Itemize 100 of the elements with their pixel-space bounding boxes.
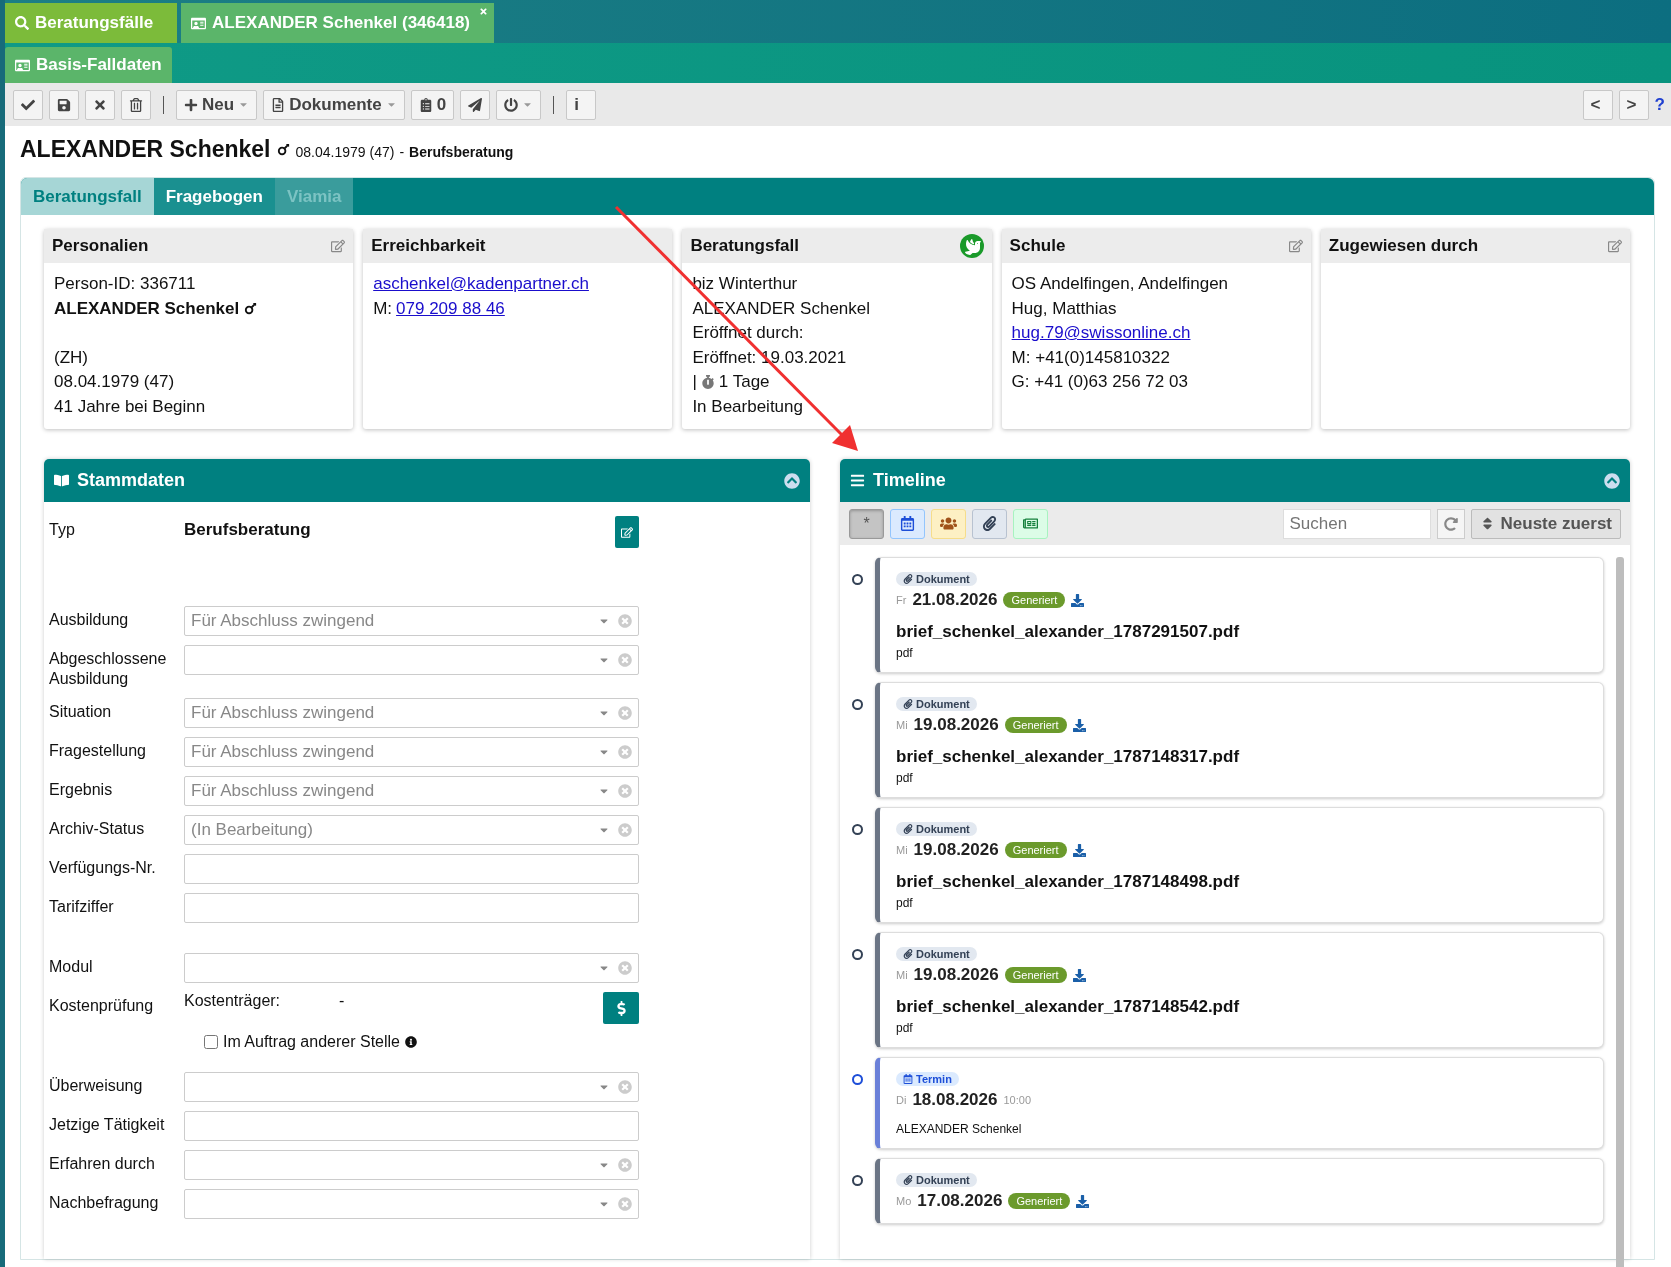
type-tag: Termin bbox=[896, 1072, 959, 1086]
card-text: 1 Tage bbox=[718, 371, 770, 393]
email-link[interactable]: hug.79@swissonline.ch bbox=[1011, 321, 1191, 346]
text-field[interactable] bbox=[184, 893, 639, 923]
paperclip-icon bbox=[903, 824, 913, 834]
edit-icon[interactable] bbox=[1608, 239, 1622, 253]
field-label: Überweisung bbox=[49, 1076, 144, 1096]
timeline-card[interactable]: Dokument Mo 17.08.2026 Generiert bbox=[875, 1158, 1604, 1224]
select-field[interactable]: (In Bearbeitung) bbox=[184, 815, 639, 845]
edit-icon bbox=[621, 525, 633, 539]
filter-button[interactable] bbox=[1013, 508, 1048, 539]
weekday-text: Mi bbox=[896, 969, 908, 981]
download-icon[interactable] bbox=[1072, 718, 1086, 732]
select-field[interactable] bbox=[184, 1189, 639, 1219]
content-tab[interactable]: Fragebogen bbox=[153, 178, 275, 215]
card-text: 41 Jahre bei Beginn bbox=[54, 395, 206, 418]
trash-button[interactable] bbox=[121, 89, 151, 120]
card-title: Beratungsfall bbox=[690, 236, 800, 256]
select-field[interactable]: Für Abschluss zwingend bbox=[184, 698, 639, 728]
stopwatch-icon bbox=[700, 375, 715, 390]
card-text: 08.04.1979 (47) bbox=[54, 371, 175, 393]
close-button[interactable] bbox=[85, 89, 115, 120]
timeline-card[interactable]: Dokument Fr 21.08.2026 Generiert brief_schenkel_alexander_1787291507.pdf pdf bbox=[875, 557, 1604, 673]
file-name: brief_schenkel_alexander_1787148317.pdf bbox=[896, 747, 1241, 767]
clear-icon bbox=[618, 1197, 632, 1211]
card-title: Erreichbarkeit bbox=[371, 236, 486, 256]
download-icon[interactable] bbox=[1072, 843, 1086, 857]
filter-button[interactable] bbox=[931, 508, 966, 539]
timeline-dot bbox=[852, 1175, 863, 1186]
clear-icon bbox=[618, 1158, 632, 1172]
paperclip-icon bbox=[903, 699, 913, 709]
status-badge: Generiert bbox=[1008, 1193, 1071, 1209]
weekday-text: Mi bbox=[896, 719, 908, 731]
collapse-icon[interactable] bbox=[784, 472, 800, 489]
download-icon[interactable] bbox=[1072, 968, 1086, 982]
close-icon[interactable] bbox=[479, 7, 489, 16]
dropdown-button[interactable]: Dokumente bbox=[263, 89, 405, 120]
birth-date: 08.04.1979 (47) bbox=[295, 144, 395, 160]
edit-button[interactable] bbox=[615, 516, 639, 548]
timeline-card[interactable]: Dokument Mi 19.08.2026 Generiert brief_schenkel_alexander_1787148498.pdf pdf bbox=[875, 807, 1604, 923]
sort-button[interactable]: Neuste zuerst bbox=[1470, 508, 1621, 539]
filter-button[interactable]: * bbox=[849, 508, 884, 539]
toolbar-button[interactable]: i bbox=[566, 89, 597, 120]
collapse-icon[interactable] bbox=[1604, 472, 1620, 489]
field-label: Situation bbox=[49, 702, 113, 722]
select-field[interactable] bbox=[184, 645, 639, 675]
id-card-icon bbox=[15, 57, 30, 73]
filter-button[interactable] bbox=[890, 508, 925, 539]
field-label: Fragestellung bbox=[49, 741, 147, 761]
text-field[interactable] bbox=[184, 1111, 639, 1141]
select-field[interactable] bbox=[184, 1150, 639, 1180]
timeline-card[interactable]: Termin Di 18.08.2026 10:00 ALEXANDER Schenkel bbox=[875, 1057, 1604, 1149]
download-icon[interactable] bbox=[1071, 593, 1085, 607]
date-text: 17.08.2026 bbox=[917, 1191, 1003, 1211]
item-subtitle: pdf bbox=[896, 896, 914, 910]
card-text: In Bearbeitung bbox=[692, 395, 803, 418]
type-tag: Dokument bbox=[896, 1173, 977, 1187]
dropdown-button[interactable] bbox=[496, 89, 542, 120]
select-field[interactable] bbox=[184, 953, 639, 983]
paper-plane-button[interactable] bbox=[460, 89, 491, 120]
scrollbar[interactable] bbox=[1616, 557, 1624, 1267]
cost-label: Kostenträger: bbox=[184, 992, 282, 1010]
refresh-button[interactable] bbox=[1436, 508, 1465, 539]
plus-icon bbox=[184, 97, 198, 112]
select-field[interactable]: Für Abschluss zwingend bbox=[184, 737, 639, 767]
help-link[interactable]: ? bbox=[1654, 94, 1665, 115]
field-label: Erfahren durch bbox=[49, 1154, 156, 1174]
trash-icon bbox=[129, 97, 143, 112]
edit-icon[interactable] bbox=[1288, 239, 1303, 253]
check-button[interactable] bbox=[13, 89, 43, 120]
dropdown-button[interactable]: Neu bbox=[176, 89, 258, 120]
timeline-card[interactable]: Dokument Mi 19.08.2026 Generiert brief_schenkel_alexander_1787148317.pdf pdf bbox=[875, 682, 1604, 798]
select-field[interactable] bbox=[184, 1072, 639, 1102]
timeline-card[interactable]: Dokument Mi 19.08.2026 Generiert brief_schenkel_alexander_1787148542.pdf pdf bbox=[875, 932, 1604, 1048]
time-text: 10:00 bbox=[1003, 1094, 1031, 1106]
toolbar-button[interactable]: > bbox=[1618, 89, 1649, 120]
cost-button[interactable] bbox=[603, 992, 639, 1024]
card-text: G: +41 (0)63 256 72 03 bbox=[1011, 371, 1188, 393]
count-button[interactable]: 0 bbox=[410, 89, 455, 120]
phone-link[interactable]: 079 209 88 46 bbox=[396, 296, 505, 321]
select-field[interactable]: Für Abschluss zwingend bbox=[184, 606, 639, 636]
text-field[interactable] bbox=[184, 854, 639, 884]
document-icon bbox=[271, 97, 286, 112]
email-link[interactable]: aschenkel@kadenpartner.ch bbox=[373, 272, 589, 297]
checkbox[interactable] bbox=[204, 1035, 218, 1049]
type-tag: Dokument bbox=[896, 572, 977, 586]
field-label: Jetzige Tätigkeit bbox=[49, 1115, 166, 1135]
toolbar-button[interactable]: < bbox=[1582, 89, 1613, 120]
file-name: brief_schenkel_alexander_1787148498.pdf bbox=[896, 872, 1241, 892]
save-button[interactable] bbox=[49, 89, 79, 120]
search-field[interactable]: Suchen bbox=[1282, 508, 1431, 539]
filter-button[interactable] bbox=[972, 508, 1007, 539]
info-icon bbox=[405, 1036, 417, 1048]
field-label: Abgeschlossene Ausbildung bbox=[49, 649, 168, 689]
download-icon[interactable] bbox=[1076, 1194, 1090, 1208]
type-tag: Dokument bbox=[896, 822, 977, 836]
paperclip-icon bbox=[903, 574, 913, 584]
select-field[interactable]: Für Abschluss zwingend bbox=[184, 776, 639, 806]
edit-icon[interactable] bbox=[331, 239, 346, 253]
card-text: Hug, Matthias bbox=[1011, 297, 1117, 320]
